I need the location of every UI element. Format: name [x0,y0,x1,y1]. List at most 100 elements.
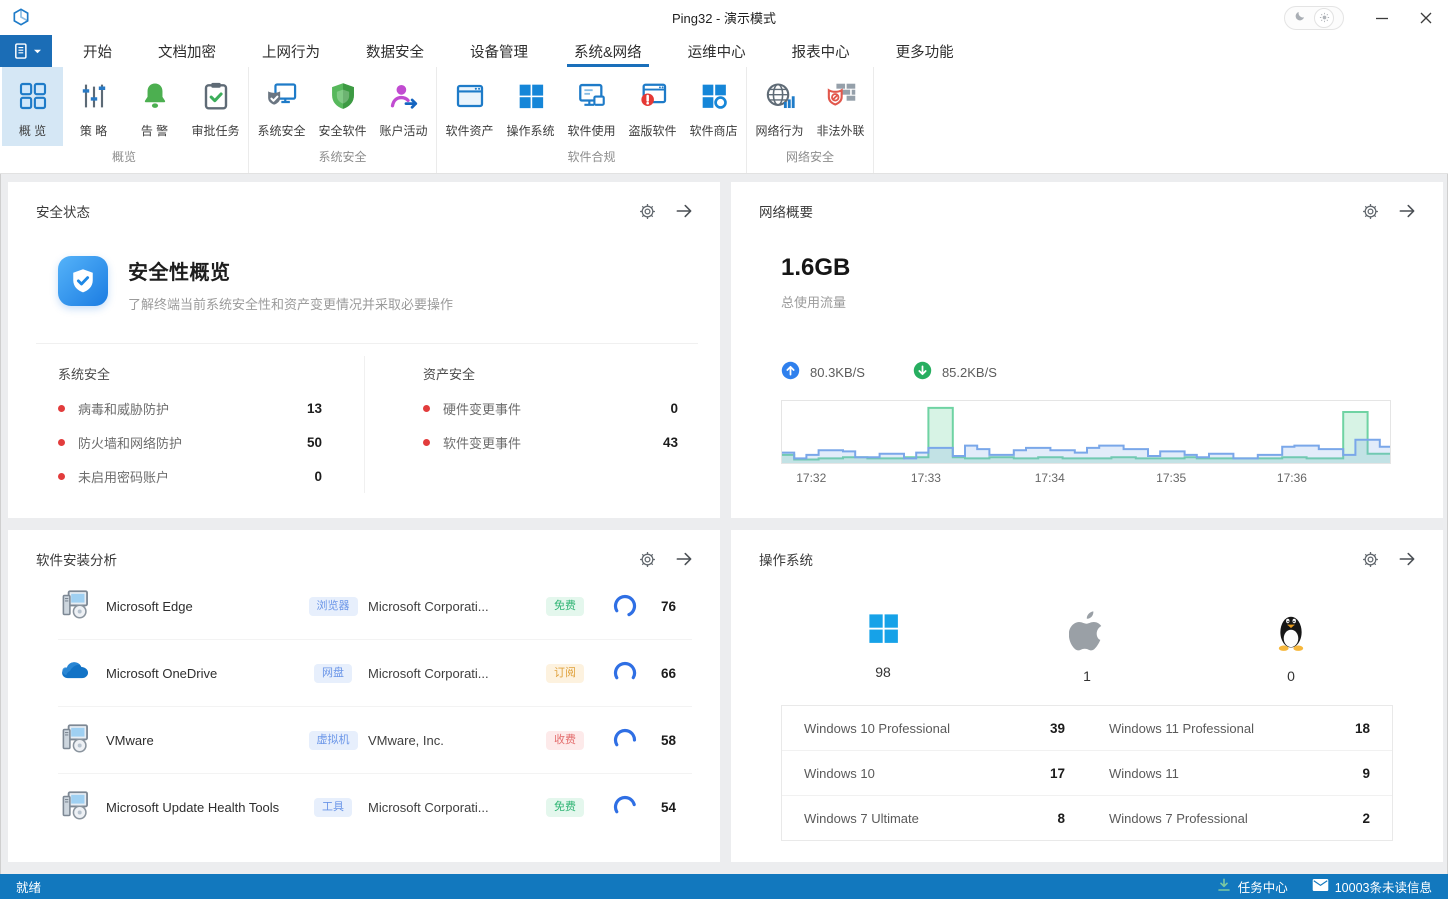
monitor-app-icon [576,77,608,115]
ribbon-item-label: 非法外联 [816,124,865,138]
open-arrow-icon[interactable] [1397,201,1417,221]
titlebar: Ping32 - 演示模式 [0,0,1448,36]
panel-title: 软件安装分析 [36,553,117,568]
category-badge: 网盘 [314,664,352,683]
security-shield-icon [58,256,108,306]
software-price: 免费 [536,596,594,616]
installer-icon [58,788,100,827]
ribbon-item-策略[interactable]: 策 略 [63,67,124,146]
panel-security-status: 安全状态 安全性概览 了解终端当前系统安全性和资产变更情况并采取必要操作 系统安… [8,182,720,518]
download-speed-value: 85.2KB/S [941,364,997,380]
ribbon-item-非法外联[interactable]: 非法外联 [810,67,871,146]
apple-icon [1068,609,1105,656]
minimize-button[interactable] [1360,0,1404,35]
os-version-count: 9 [1362,765,1370,781]
app-store-icon [698,77,730,115]
ribbon-item-账户活动[interactable]: 账户活动 [373,67,434,146]
os-table-cell: Windows 11 Professional 18 [1087,706,1392,751]
software-price: 免费 [536,797,594,817]
ribbon-item-审批任务[interactable]: 审批任务 [185,67,246,146]
security-metric-label: 防火墙和网络防护 [78,435,183,451]
ribbon-item-操作系统[interactable]: 操作系统 [500,67,561,146]
security-metric-row: 硬件变更事件 0 [423,391,678,425]
installer-icon [58,587,100,626]
task-center-button[interactable]: 任务中心 [1216,877,1288,896]
progress-ring-icon [594,661,656,685]
tab-更多功能[interactable]: 更多功能 [873,35,977,67]
progress-ring-icon [594,728,656,752]
ribbon-group-软件合规: 软件资产 操作系统 软件使用 盗版软件 软件商店 软件合规 [437,67,747,173]
software-name: Microsoft Edge [106,598,193,614]
panel-title: 网络概要 [759,205,813,220]
ribbon-item-label: 软件资产 [445,124,494,138]
open-arrow-icon[interactable] [674,549,694,569]
sun-icon[interactable] [1314,7,1335,28]
theme-toggle[interactable] [1284,5,1344,30]
software-row-Microsoft-Update-Health-Tools[interactable]: Microsoft Update Health Tools 工具 Microsoft… [58,774,692,840]
security-metric-label: 病毒和威胁防护 [78,401,170,417]
security-metric-label: 软件变更事件 [443,435,522,451]
ribbon-items: 网络行为 非法外联 [747,67,873,146]
overview-grid-icon [17,77,49,115]
ribbon-item-告警[interactable]: 告 警 [124,67,185,146]
ribbon-items: 系统安全 安全软件 账户活动 [249,67,436,146]
ribbon-item-网络行为[interactable]: 网络行为 [749,67,810,146]
settings-icon[interactable] [1361,202,1380,221]
tab-系统&网络[interactable]: 系统&网络 [551,35,665,67]
close-button[interactable] [1404,0,1448,35]
open-arrow-icon[interactable] [674,201,694,221]
tab-设备管理[interactable]: 设备管理 [447,35,551,67]
tab-数据安全[interactable]: 数据安全 [343,35,447,67]
ribbon-item-label: 策 略 [79,124,108,138]
software-vendor: VMware, Inc. [368,732,444,748]
software-category: 浏览器 [298,596,368,616]
windows-logo-icon [515,77,547,115]
settings-icon[interactable] [638,550,657,569]
software-category: 网盘 [298,663,368,683]
tab-报表中心[interactable]: 报表中心 [769,35,873,67]
ribbon-item-概览[interactable]: 概 览 [2,67,63,146]
software-row-VMware[interactable]: VMware 虚拟机 VMware, Inc. 收费 58 [58,707,692,774]
shield-green-icon [327,77,359,115]
ribbon-item-盗版软件[interactable]: 盗版软件 [622,67,683,146]
os-platform-count: 98 [875,664,891,680]
x-tick-label: 17:36 [1276,471,1307,485]
ribbon-item-安全软件[interactable]: 安全软件 [312,67,373,146]
ribbon-group-label: 系统安全 [318,150,367,164]
settings-icon[interactable] [638,202,657,221]
red-dot-icon [58,472,65,480]
x-tick-label: 17:33 [910,471,941,485]
tab-运维中心[interactable]: 运维中心 [665,35,769,67]
software-count: 58 [660,732,676,748]
unread-messages-button[interactable]: 10003条未读信息 [1312,877,1432,896]
windows-os-icon [864,609,902,652]
x-tick-label: 17:34 [1034,471,1065,485]
ribbon-item-软件资产[interactable]: 软件资产 [439,67,500,146]
tab-文档加密[interactable]: 文档加密 [135,35,239,67]
security-column-heading: 资产安全 [423,367,476,382]
sliders-icon [78,77,110,115]
tab-开始[interactable]: 开始 [60,35,135,67]
ribbon-item-系统安全[interactable]: 系统安全 [251,67,312,146]
price-badge: 收费 [546,731,584,750]
os-platform-counts: 98 1 0 [781,609,1393,684]
software-row-Microsoft-OneDrive[interactable]: Microsoft OneDrive 网盘 Microsoft Corporati.… [58,640,692,707]
os-table-cell: Windows 7 Professional 2 [1087,796,1392,840]
open-arrow-icon[interactable] [1397,549,1417,569]
linux-tux-icon [1274,609,1308,656]
panel-network-summary: 网络概要 1.6GB 总使用流量 80.3KB/S 85.2KB/S 17:32… [731,182,1443,518]
security-metric-value: 0 [670,400,678,416]
tab-上网行为[interactable]: 上网行为 [239,35,343,67]
os-version-count: 17 [1049,765,1065,781]
os-table-cell: Windows 10 17 [782,751,1087,796]
ribbon-item-软件商店[interactable]: 软件商店 [683,67,744,146]
security-metric-label: 未启用密码账户 [78,469,170,485]
security-metric-row: 防火墙和网络防护 50 [58,425,322,459]
security-metric-label: 硬件变更事件 [443,401,522,417]
settings-icon[interactable] [1361,550,1380,569]
ribbon-item-软件使用[interactable]: 软件使用 [561,67,622,146]
software-row-Microsoft-Edge[interactable]: Microsoft Edge 浏览器 Microsoft Corporati... 免… [58,573,692,640]
security-column-系统安全: 系统安全 病毒和威胁防护 13 防火墙和网络防护 50 未启用密码账户 0 [8,356,364,493]
file-menu-button[interactable] [0,35,52,67]
moon-icon[interactable] [1294,9,1306,27]
